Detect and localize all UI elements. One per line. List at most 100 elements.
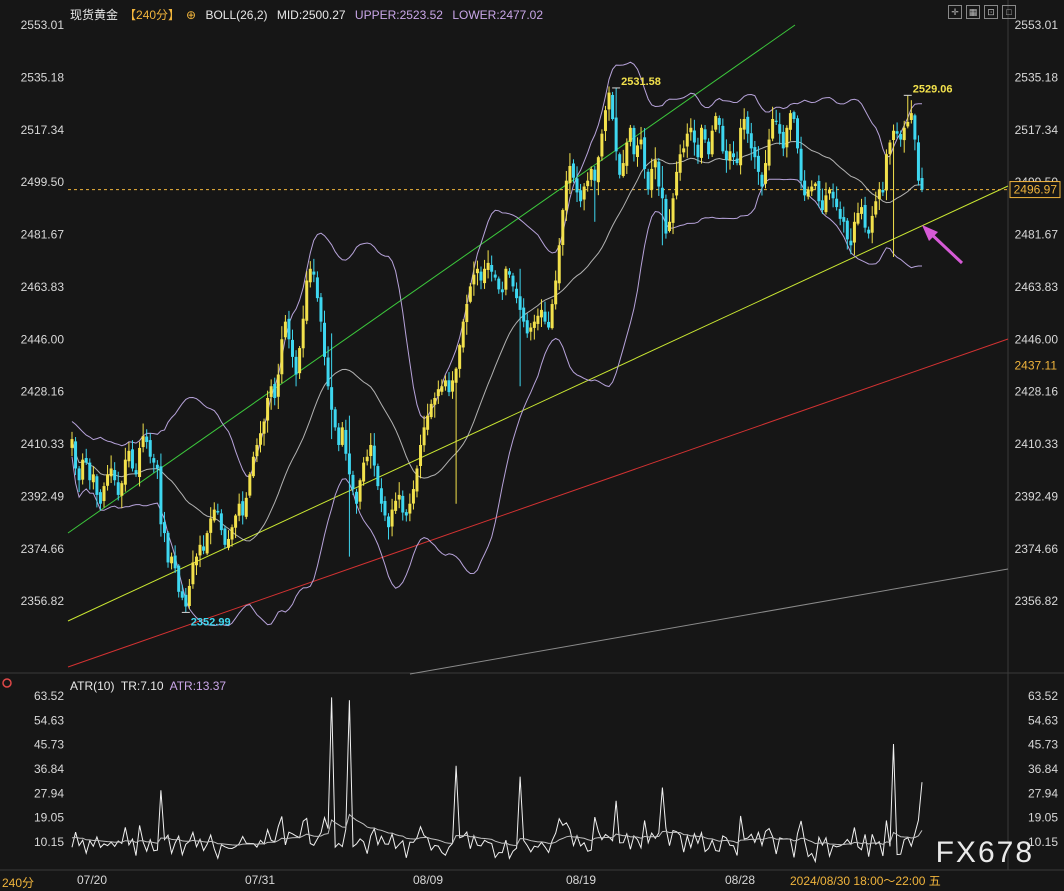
candle-body	[219, 513, 223, 531]
candle-body	[141, 436, 145, 448]
indicator-toggle-icon	[2, 678, 12, 688]
candle-body	[532, 321, 536, 328]
atr-tick-left: 45.73	[34, 738, 64, 752]
candle-body	[621, 163, 625, 177]
price-tick-left: 2481.67	[21, 228, 65, 242]
price-tick-right: 2463.83	[1015, 280, 1059, 294]
candle-body	[895, 131, 899, 134]
candle-body	[291, 339, 295, 357]
candle-body	[799, 148, 803, 181]
candle-body	[447, 380, 451, 393]
candle-body	[611, 94, 615, 120]
candle-body	[451, 380, 455, 392]
candle-body	[860, 207, 864, 214]
atr-value: ATR:13.37	[169, 679, 227, 693]
boll-mid-line	[71, 140, 922, 542]
candle-body	[308, 268, 312, 283]
candle-body	[415, 468, 419, 492]
candle-body	[234, 515, 238, 528]
indicator-name[interactable]: BOLL(26,2)	[205, 8, 267, 22]
candle-body	[575, 178, 579, 193]
candle-body	[123, 459, 127, 485]
timeframe-label[interactable]: 【240分】	[124, 8, 180, 22]
atr-tick-left: 27.94	[34, 786, 64, 800]
candle-body	[511, 275, 515, 287]
atr-panel: 63.52 63.52 54.63 54.63 45.73 45.73 36.84 36.84…	[34, 689, 1058, 864]
candle-body	[529, 327, 533, 332]
crosshair-datetime: 2024/08/30 18:00～22:00 五	[790, 872, 941, 889]
candle-body	[902, 127, 906, 141]
candle-body	[689, 127, 693, 133]
trendline-yellow	[67, 185, 1009, 622]
candle-body	[820, 200, 824, 211]
candle-body	[408, 503, 412, 514]
restore-icon[interactable]: ⊡	[984, 5, 998, 19]
candle-body	[710, 130, 714, 155]
candle-body	[283, 321, 287, 338]
candle-body	[258, 433, 262, 445]
candle-body	[241, 501, 245, 516]
candle-body	[74, 441, 78, 469]
candle-body	[515, 288, 519, 299]
settings-icon[interactable]: ⊕	[186, 8, 196, 22]
candle-body	[675, 171, 679, 196]
candle-body	[543, 311, 547, 322]
candle-body	[362, 462, 366, 482]
candle-body	[614, 117, 618, 152]
candle-body	[571, 163, 575, 178]
candle-body	[312, 271, 316, 275]
candle-body	[419, 444, 423, 466]
candle-body	[685, 133, 689, 147]
price-tick-left: 2499.50	[21, 175, 65, 189]
crosshair-icon[interactable]: ✛	[948, 5, 962, 19]
candle-body	[628, 127, 632, 142]
candle-body	[177, 565, 181, 592]
time-tick: 07/20	[77, 873, 107, 887]
candle-body	[771, 119, 775, 139]
candle-body	[184, 594, 188, 607]
candle-body	[323, 322, 327, 357]
candle-body	[280, 339, 284, 375]
atr-tick-right: 63.52	[1028, 689, 1058, 703]
candle-body	[347, 453, 351, 475]
time-axis: 07/20 07/31 08/09 08/19 08/28	[0, 678, 1064, 887]
candle-body	[216, 510, 220, 513]
trendline-green	[67, 24, 796, 534]
candle-body	[589, 168, 593, 180]
candle-body	[116, 482, 120, 495]
atr-tick-right: 27.94	[1028, 786, 1058, 800]
candle-body	[856, 212, 860, 224]
maximize-icon[interactable]: □	[1002, 5, 1016, 19]
candle-body	[539, 309, 543, 318]
candle-body	[355, 491, 359, 504]
candle-body	[867, 229, 871, 234]
candle-body	[230, 527, 234, 540]
price-tick-right: 2374.66	[1015, 542, 1059, 556]
candle-body	[440, 386, 444, 392]
chart-toolbar: ✛ ▦ ⊡ □	[948, 5, 1016, 19]
atr-header: ATR(10) TR:7.10 ATR:13.37	[70, 679, 226, 693]
candle-body	[703, 129, 707, 140]
candle-body	[102, 486, 106, 502]
price-tick-right: 2517.34	[1015, 123, 1059, 137]
extreme-label: 2352.99	[191, 616, 231, 628]
candle-body	[70, 439, 74, 448]
layout-icon[interactable]: ▦	[966, 5, 980, 19]
candle-body	[390, 509, 394, 527]
candle-body	[358, 480, 362, 502]
atr-indicator-name[interactable]: ATR(10)	[70, 679, 114, 693]
candle-body	[838, 208, 842, 219]
candle-body	[436, 389, 440, 397]
candle-body	[639, 139, 643, 145]
atr-tick-right: 54.63	[1028, 713, 1058, 727]
bottom-timeframe[interactable]: 240分	[2, 874, 34, 891]
candle-body	[287, 318, 291, 340]
candle-body	[863, 204, 867, 228]
candle-body	[98, 492, 102, 504]
candle-body	[475, 268, 479, 274]
boll-upper-line	[71, 61, 922, 478]
candle-body	[315, 277, 319, 299]
candle-body	[781, 131, 785, 149]
candle-body	[920, 178, 924, 190]
chart-canvas[interactable]: 2531.58 2529.06 2352.99 2553.01 2553.01 2535…	[0, 0, 1064, 888]
